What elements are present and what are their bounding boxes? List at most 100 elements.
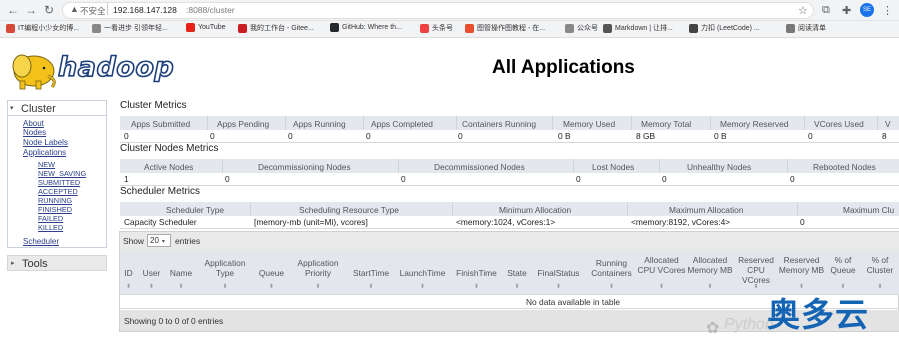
sidebar-state-submitted[interactable]: SUBMITTED <box>38 178 80 187</box>
bookmark-item[interactable]: 阅读清单 <box>786 23 826 33</box>
bookmark-favicon-icon <box>330 23 339 32</box>
cluster-metrics-title: Cluster Metrics <box>120 100 187 111</box>
bookmark-item[interactable]: 头条号 <box>420 23 453 33</box>
url-path: :8088/cluster <box>186 5 235 15</box>
bookmark-item[interactable]: 我的工作台 - Gitee... <box>238 23 314 33</box>
sidebar-link-node-labels[interactable]: Node Labels <box>23 138 68 147</box>
column-header[interactable]: LaunchTime <box>395 268 450 278</box>
bookmark-item[interactable]: 一看进步 引领年轻... <box>92 23 168 33</box>
url-host: 192.168.147.128 <box>113 5 177 15</box>
nodes_metrics-header-cell: Unhealthy Nodes <box>687 162 752 172</box>
sidebar-state-running[interactable]: RUNNING <box>38 196 72 205</box>
sort-icon[interactable]: ⬍ <box>637 283 686 290</box>
cluster_metrics-header-cell: Apps Submitted <box>131 119 191 129</box>
bookmark-item[interactable]: YouTube <box>186 23 226 32</box>
column-header[interactable]: Name <box>166 268 196 278</box>
sidebar-state-killed[interactable]: KILLED <box>38 223 63 232</box>
column-header[interactable]: ID <box>120 268 137 278</box>
bookmark-label: GitHub: Where th... <box>342 24 402 31</box>
back-icon[interactable]: ← <box>6 3 20 17</box>
divider <box>120 185 899 186</box>
sidebar-link-applications[interactable]: Applications <box>23 148 66 157</box>
column-header[interactable]: % of Cluster <box>861 255 899 275</box>
nodes_metrics-value-cell: 0 <box>225 174 230 184</box>
sort-icon[interactable]: ⬍ <box>503 283 531 290</box>
insecure-label[interactable]: 不安全 <box>80 5 106 17</box>
sort-icon[interactable]: ⬍ <box>450 283 503 290</box>
cluster_metrics-header-cell: V <box>885 119 891 129</box>
column-header[interactable]: % of Queue <box>825 255 861 275</box>
cluster_metrics-value-cell: 0 <box>124 131 129 141</box>
divider <box>222 159 223 173</box>
column-header[interactable]: Reserved Memory MB <box>778 255 825 275</box>
sidebar-tools-title[interactable]: Tools <box>22 258 48 270</box>
bookmark-item[interactable]: GitHub: Where th... <box>330 23 402 32</box>
bookmark-label: IT编程小少女的博... <box>18 25 80 32</box>
cluster_metrics-value-cell: 0 B <box>714 131 727 141</box>
bookmark-item[interactable]: Markdown | 让排... <box>603 23 673 33</box>
sort-icon[interactable]: ⬍ <box>196 283 254 290</box>
sort-icon[interactable]: ⬍ <box>289 283 347 290</box>
column-header[interactable]: Running Containers <box>586 258 637 278</box>
column-header[interactable]: StartTime <box>347 268 395 278</box>
sort-icon[interactable]: ⬍ <box>686 283 734 290</box>
scheduler_metrics-value-cell: Capacity Scheduler <box>124 217 197 227</box>
entries-select[interactable]: 20 ▾ <box>147 234 171 247</box>
column-header[interactable]: Allocated Memory MB <box>686 255 734 275</box>
divider <box>659 159 660 173</box>
bookmark-item[interactable]: IT编程小少女的博... <box>6 23 79 33</box>
translate-icon[interactable]: ⧉ <box>822 4 830 17</box>
sort-icon[interactable]: ⬍ <box>120 283 137 290</box>
divider <box>452 202 453 216</box>
sidebar-link-about[interactable]: About <box>23 119 44 128</box>
sort-icon[interactable]: ⬍ <box>395 283 450 290</box>
caret-right-icon[interactable]: ▸ <box>11 259 15 267</box>
column-header[interactable]: Application Priority <box>289 258 347 278</box>
divider <box>285 116 286 130</box>
column-header[interactable]: User <box>137 268 166 278</box>
sidebar-cluster-title[interactable]: Cluster <box>21 103 56 115</box>
bookmark-label: 图管操作图教程 - 在... <box>477 25 546 32</box>
bookmark-label: 头条号 <box>432 25 453 32</box>
divider <box>573 159 574 173</box>
bookmark-item[interactable]: 图管操作图教程 - 在... <box>465 23 545 33</box>
nodes_metrics-header-cell: Active Nodes <box>144 162 194 172</box>
bookmark-favicon-icon <box>6 23 15 33</box>
warning-icon[interactable]: ▲ <box>70 4 79 14</box>
sidebar-state-finished[interactable]: FINISHED <box>38 205 72 214</box>
column-header[interactable]: FinishTime <box>450 268 503 278</box>
sidebar-state-failed[interactable]: FAILED <box>38 214 63 223</box>
sidebar-state-new[interactable]: NEW <box>38 160 55 169</box>
extensions-icon[interactable]: ✚ <box>842 4 851 17</box>
bookmark-item[interactable]: 力扣 (LeetCode) ... <box>689 23 760 33</box>
entries-label: entries <box>175 236 201 246</box>
bookmark-item[interactable]: 公众号 <box>565 23 598 33</box>
column-header[interactable]: State <box>503 268 531 278</box>
forward-icon[interactable]: → <box>24 3 38 17</box>
sort-icon[interactable]: ⬍ <box>254 283 289 290</box>
sort-icon[interactable]: ⬍ <box>137 283 166 290</box>
column-header[interactable]: Application Type <box>196 258 254 278</box>
scheduler-metrics-title: Scheduler Metrics <box>120 186 201 197</box>
cluster_metrics-header-cell: VCores Used <box>814 119 864 129</box>
column-header[interactable]: FinalStatus <box>531 268 586 278</box>
scheduler_metrics-value-cell: <memory:1024, vCores:1> <box>456 217 556 227</box>
star-icon[interactable]: ☆ <box>798 4 808 17</box>
column-header[interactable]: Allocated CPU VCores <box>637 255 686 275</box>
more-menu-icon[interactable]: ⋮ <box>882 4 893 17</box>
bookmark-favicon-icon <box>92 23 101 33</box>
sidebar-state-new-saving[interactable]: NEW_SAVING <box>38 169 86 178</box>
profile-avatar[interactable]: SE <box>860 3 874 17</box>
sidebar-state-accepted[interactable]: ACCEPTED <box>38 187 78 196</box>
sort-icon[interactable]: ⬍ <box>347 283 395 290</box>
reload-icon[interactable]: ↻ <box>42 3 56 17</box>
column-header[interactable]: Queue <box>254 268 289 278</box>
sidebar-link-scheduler[interactable]: Scheduler <box>23 237 59 246</box>
sort-icon[interactable]: ⬍ <box>586 283 637 290</box>
sort-icon[interactable]: ⬍ <box>531 283 586 290</box>
column-header[interactable]: Reserved CPU VCores <box>734 255 778 285</box>
sort-icon[interactable]: ⬍ <box>166 283 196 290</box>
bookmark-label: 我的工作台 - Gitee... <box>250 25 314 32</box>
caret-down-icon[interactable]: ▾ <box>10 104 14 112</box>
sidebar-link-nodes[interactable]: Nodes <box>23 128 46 137</box>
